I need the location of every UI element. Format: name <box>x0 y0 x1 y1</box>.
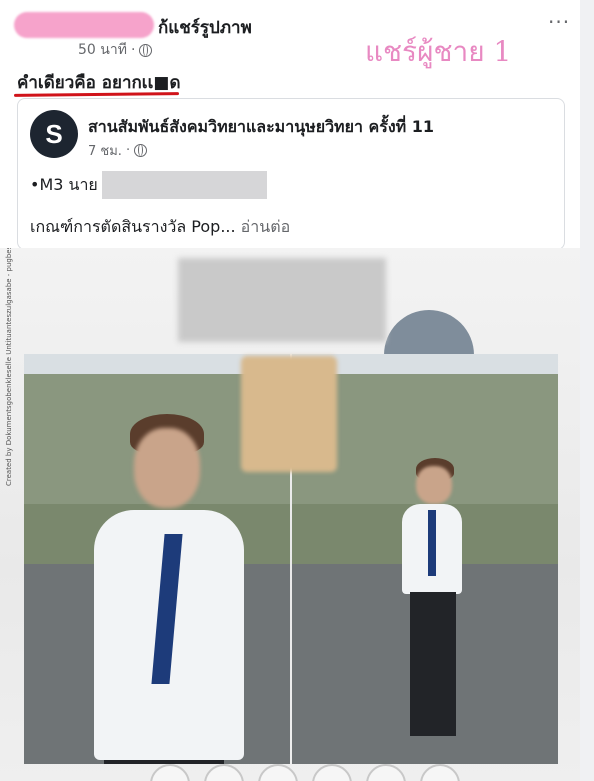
caption-underline <box>13 92 180 97</box>
seal-logo <box>150 764 190 781</box>
page-name[interactable]: สานสัมพันธ์สังคมวิทยาและมานุษยวิทยา ครั้… <box>88 115 434 140</box>
poster-name-suffix[interactable]: ก้แชร์รูปภาพ <box>158 14 252 41</box>
shared-time[interactable]: 7 ชม. <box>88 140 122 161</box>
seal-logo <box>420 764 460 781</box>
seal-logo <box>258 764 298 781</box>
redacted-name <box>14 12 154 38</box>
shared-text-prefix: •M3 นาย <box>30 174 98 194</box>
post-meta: 50 นาที · <box>78 39 153 61</box>
photo-watermark: Created by Dokumentsgobenkleselle Untitu… <box>5 248 13 486</box>
meta-separator: · <box>130 42 136 58</box>
post-photo[interactable]: Created by Dokumentsgobenkleselle Untitu… <box>0 248 580 781</box>
shared-text: เกณฑ์การตัดสินรางวัล Pop... <box>30 217 236 236</box>
avatar-letter: S <box>45 118 63 149</box>
read-more-link[interactable]: อ่านต่อ <box>241 217 291 236</box>
shared-meta: 7 ชม. · <box>88 140 148 161</box>
share-annotation: แชร์ผู้ชาย 1 <box>365 35 512 68</box>
seal-logo <box>204 764 244 781</box>
post-card: ก้แชร์รูปภาพ 50 นาที · ··· แชร์ผู้ชาย 1 … <box>0 0 580 781</box>
redacted-name <box>101 171 267 199</box>
redacted-logo <box>241 356 337 472</box>
more-icon[interactable]: ··· <box>548 10 570 34</box>
globe-icon <box>134 144 148 157</box>
shared-text-line1: •M3 นาย <box>30 171 267 199</box>
shared-post[interactable]: S สานสัมพันธ์สังคมวิทยาและมานุษยวิทยา คร… <box>17 98 565 250</box>
page-avatar[interactable]: S <box>30 110 78 158</box>
seal-logo <box>366 764 406 781</box>
seal-logo <box>312 764 352 781</box>
globe-icon <box>139 43 153 57</box>
redacted-banner <box>178 258 386 342</box>
meta-separator: · <box>125 143 131 158</box>
shared-text-line2: เกณฑ์การตัดสินรางวัล Pop... อ่านต่อ <box>30 215 290 240</box>
post-time[interactable]: 50 นาที <box>78 39 127 61</box>
seal-row <box>150 764 460 781</box>
